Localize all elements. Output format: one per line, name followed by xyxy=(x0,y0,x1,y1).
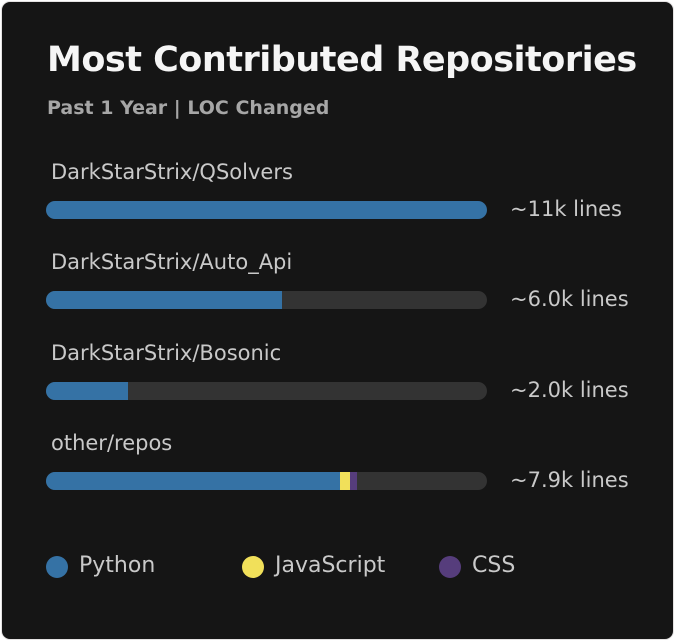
card-subtitle: Past 1 Year | LOC Changed xyxy=(47,97,330,119)
repo-name: other/repos xyxy=(51,431,173,455)
repo-loc-bar xyxy=(46,291,487,309)
javascript-color-dot-icon xyxy=(242,556,264,578)
repo-name: DarkStarStrix/QSolvers xyxy=(51,160,293,184)
repo-lines-count: ~6.0k lines xyxy=(510,287,629,311)
repo-lines-count: ~11k lines xyxy=(510,197,622,221)
repo-row: DarkStarStrix/Bosonic ~2.0k lines xyxy=(2,341,673,421)
card-title: Most Contributed Repositories xyxy=(47,40,637,80)
bar-segment-javascript xyxy=(340,472,351,490)
repo-loc-bar xyxy=(46,382,487,400)
bar-segment-css xyxy=(350,472,358,490)
legend-label: Python xyxy=(79,553,156,578)
repo-row: DarkStarStrix/QSolvers ~11k lines xyxy=(2,160,673,240)
repo-lines-count: ~7.9k lines xyxy=(510,468,629,492)
legend-label: CSS xyxy=(472,553,516,578)
bar-segment-python xyxy=(46,201,487,219)
bar-segment-python xyxy=(46,291,282,309)
repo-row: DarkStarStrix/Auto_Api ~6.0k lines xyxy=(2,250,673,330)
legend-label: JavaScript xyxy=(275,553,386,578)
repo-row: other/repos ~7.9k lines xyxy=(2,431,673,511)
python-color-dot-icon xyxy=(46,556,68,578)
repo-name: DarkStarStrix/Auto_Api xyxy=(51,250,293,274)
most-contributed-repos-card: Most Contributed Repositories Past 1 Yea… xyxy=(1,1,674,640)
language-legend: Python JavaScript CSS xyxy=(46,553,646,583)
css-color-dot-icon xyxy=(439,556,461,578)
repo-lines-count: ~2.0k lines xyxy=(510,378,629,402)
repo-loc-bar xyxy=(46,472,487,490)
bar-segment-python xyxy=(46,382,129,400)
repo-name: DarkStarStrix/Bosonic xyxy=(51,341,282,365)
bar-segment-python xyxy=(46,472,341,490)
repo-loc-bar xyxy=(46,201,487,219)
